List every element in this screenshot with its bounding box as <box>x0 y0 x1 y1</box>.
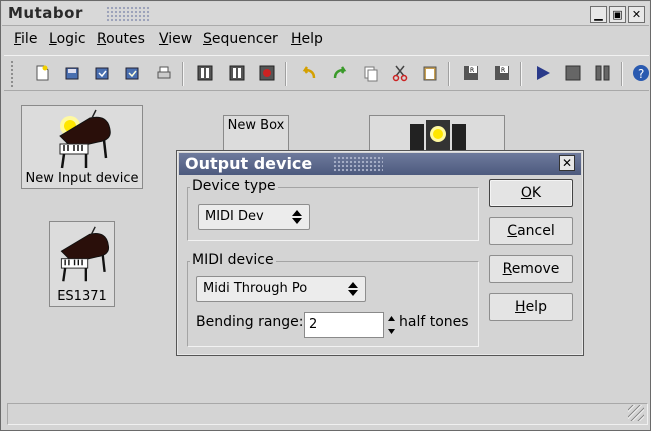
ok-label: OK <box>520 185 542 201</box>
redo-icon[interactable] <box>331 64 349 82</box>
bending-range-input[interactable]: 2 <box>304 312 384 338</box>
device-label: ES1371 <box>57 289 107 304</box>
cancel-label: Cancel <box>507 223 555 239</box>
status-bar <box>7 403 648 425</box>
dialog-close-button[interactable]: ✕ <box>559 155 575 171</box>
bending-unit-label: half tones <box>399 314 469 330</box>
device-type-value: MIDI Dev <box>205 209 264 224</box>
grand-piano-icon <box>59 109 111 169</box>
open-icon[interactable] <box>63 64 81 82</box>
help-button[interactable]: Help <box>489 293 573 321</box>
toolbar-separator <box>182 62 184 86</box>
window-title: Mutabor <box>8 4 83 22</box>
save-icon[interactable] <box>93 64 111 82</box>
svg-text:?: ? <box>638 67 644 81</box>
midi-device-label: MIDI device <box>190 252 276 268</box>
title-bar[interactable]: Mutabor ▁ ▣ ✕ <box>2 2 649 26</box>
menu-view[interactable]: View <box>159 31 192 47</box>
maximize-button[interactable]: ▣ <box>609 6 626 23</box>
toolbar-separator <box>520 62 522 86</box>
device-type-group: Device type MIDI Dev <box>187 178 479 241</box>
device-type-select[interactable]: MIDI Dev <box>198 204 310 230</box>
help-label: Help <box>515 299 547 315</box>
device-label: New Input device <box>25 171 139 186</box>
remove-button[interactable]: Remove <box>489 255 573 283</box>
route-load-icon[interactable]: R <box>462 64 480 82</box>
save-as-icon[interactable] <box>123 64 141 82</box>
new-file-icon[interactable] <box>33 64 51 82</box>
resize-grip[interactable] <box>628 405 644 421</box>
menu-help[interactable]: Help <box>291 31 323 47</box>
toolbar-separator <box>448 62 450 86</box>
midi-device-select[interactable]: Midi Through Po <box>196 276 366 302</box>
minimize-button[interactable]: ▁ <box>590 6 607 23</box>
device-type-label: Device type <box>190 178 278 194</box>
paste-icon[interactable] <box>421 64 439 82</box>
midi-device-group: MIDI device Midi Through Po Bending rang… <box>187 252 479 347</box>
toolbar-separator <box>621 62 623 86</box>
route-save-icon[interactable]: R <box>493 64 511 82</box>
play-icon[interactable] <box>534 64 552 82</box>
stop-icon[interactable] <box>564 64 582 82</box>
logic-record-icon[interactable] <box>258 64 276 82</box>
title-grip-dots <box>106 6 150 22</box>
logic-stop-icon[interactable] <box>228 64 246 82</box>
bending-range-label: Bending range: <box>196 314 304 330</box>
print-icon[interactable] <box>155 64 173 82</box>
ok-button[interactable]: OK <box>489 179 573 207</box>
svg-text:R: R <box>470 67 474 74</box>
output-device-dialog: Output device ✕ Device type MIDI Dev MID… <box>176 150 584 356</box>
cancel-button[interactable]: Cancel <box>489 217 573 245</box>
menu-routes[interactable]: Routes <box>97 31 145 47</box>
menu-logic[interactable]: Logic <box>49 31 86 47</box>
toolbar-grip[interactable] <box>10 60 14 88</box>
cut-icon[interactable] <box>391 64 409 82</box>
logic-activate-icon[interactable] <box>196 64 214 82</box>
input-device-box[interactable]: New Input device <box>21 105 143 189</box>
menu-sequencer[interactable]: Sequencer <box>203 31 278 47</box>
undo-icon[interactable] <box>300 64 318 82</box>
grand-piano-icon <box>60 226 110 282</box>
menu-bar: File Logic Routes View Sequencer Help <box>2 28 649 52</box>
toolbar-separator <box>285 62 287 86</box>
input-device-box[interactable]: ES1371 <box>49 221 115 307</box>
output-device-box[interactable] <box>369 115 505 156</box>
box-label: New Box <box>227 118 285 133</box>
help-icon[interactable]: ? <box>632 64 650 82</box>
spin-arrows-icon[interactable] <box>387 313 396 337</box>
midi-device-value: Midi Through Po <box>203 281 308 296</box>
dialog-title-bar[interactable]: Output device ✕ <box>179 153 581 175</box>
title-grip-dots <box>333 156 383 172</box>
close-window-button[interactable]: ✕ <box>628 6 645 23</box>
pause-icon[interactable] <box>594 64 612 82</box>
updown-arrow-icon <box>348 282 358 296</box>
copy-icon[interactable] <box>362 64 380 82</box>
menu-file[interactable]: File <box>14 31 37 47</box>
dialog-title: Output device <box>185 154 313 173</box>
updown-arrow-icon <box>292 210 302 224</box>
remove-label: Remove <box>502 261 560 277</box>
svg-text:R: R <box>501 67 505 74</box>
box-node[interactable]: New Box <box>223 115 289 155</box>
toolbar: R R ? <box>4 55 649 91</box>
